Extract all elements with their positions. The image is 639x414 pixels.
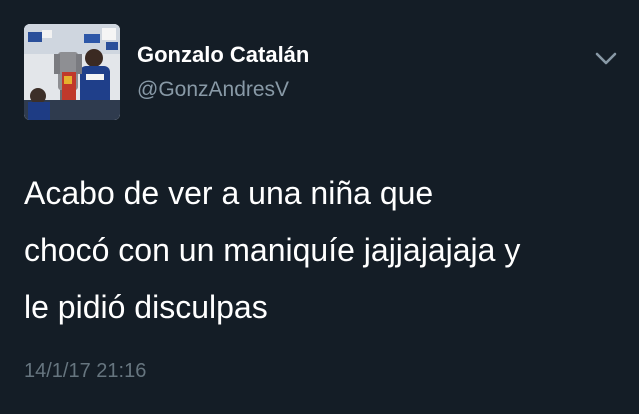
tweet-timestamp[interactable]: 14/1/17 21:16 <box>24 360 146 383</box>
chevron-down-icon[interactable] <box>594 50 618 68</box>
avatar[interactable] <box>24 24 120 120</box>
author-handle[interactable]: @GonzAndresV <box>137 78 289 102</box>
author-display-name[interactable]: Gonzalo Catalán <box>137 42 309 68</box>
avatar-photo-image <box>24 24 120 120</box>
tweet-text: Acabo de ver a una niña que chocó con un… <box>24 175 521 325</box>
tweet-card: Gonzalo Catalán @GonzAndresV Acabo de ve… <box>0 0 639 414</box>
